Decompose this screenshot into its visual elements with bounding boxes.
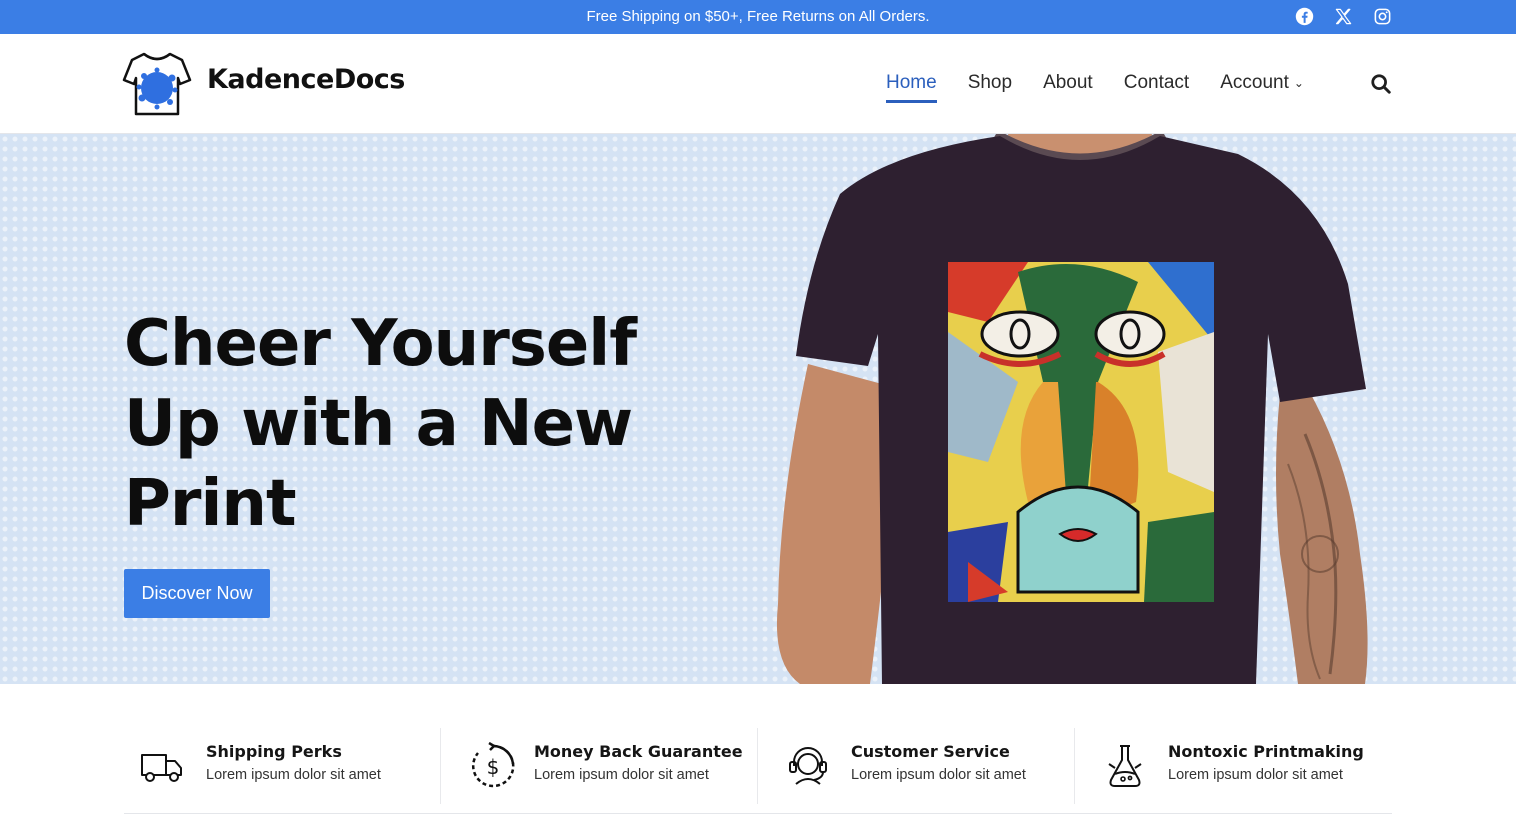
brand-name[interactable]: KadenceDocs — [207, 64, 405, 95]
x-icon[interactable] — [1334, 7, 1353, 26]
facebook-icon[interactable] — [1295, 7, 1314, 26]
feature-title: Customer Service — [851, 742, 1010, 761]
features-row: Shipping Perks Lorem ipsum dolor sit ame… — [124, 728, 1392, 814]
site-header: KadenceDocs Home Shop About Contact Acco… — [0, 34, 1516, 134]
feature-desc: Lorem ipsum dolor sit amet — [1168, 767, 1343, 783]
hero-section: Cheer Yourself Up with a New Print Disco… — [0, 134, 1516, 684]
delivery-truck-icon — [138, 742, 186, 790]
feature-desc: Lorem ipsum dolor sit amet — [206, 767, 381, 783]
main-nav: Home Shop About Contact Account ⌄ — [886, 72, 1335, 103]
social-links — [1295, 7, 1392, 26]
chevron-down-icon: ⌄ — [1293, 75, 1304, 90]
nav-home[interactable]: Home — [886, 72, 937, 103]
promo-bar: Free Shipping on $50+, Free Returns on A… — [0, 0, 1516, 34]
feature-title: Shipping Perks — [206, 742, 342, 761]
search-icon[interactable] — [1370, 73, 1392, 95]
hero-model-image — [760, 134, 1400, 684]
hero-title: Cheer Yourself Up with a New Print — [124, 307, 637, 541]
feature-nontoxic-printmaking: Nontoxic Printmaking Lorem ipsum dolor s… — [1075, 728, 1392, 804]
feature-desc: Lorem ipsum dolor sit amet — [534, 767, 709, 783]
money-back-icon: $ — [469, 741, 517, 790]
feature-title: Money Back Guarantee — [534, 742, 743, 761]
nav-contact[interactable]: Contact — [1124, 72, 1189, 94]
promo-text: Free Shipping on $50+, Free Returns on A… — [586, 8, 930, 25]
nav-account-label: Account — [1220, 72, 1289, 93]
feature-customer-service: Customer Service Lorem ipsum dolor sit a… — [758, 728, 1075, 804]
feature-desc: Lorem ipsum dolor sit amet — [851, 767, 1026, 783]
instagram-icon[interactable] — [1373, 7, 1392, 26]
flask-icon — [1101, 742, 1149, 790]
nav-about[interactable]: About — [1043, 72, 1093, 94]
feature-title: Nontoxic Printmaking — [1168, 742, 1364, 761]
logo-tshirt-icon[interactable] — [122, 50, 192, 118]
feature-shipping-perks: Shipping Perks Lorem ipsum dolor sit ame… — [124, 728, 441, 804]
svg-text:$: $ — [487, 755, 500, 779]
headset-support-icon — [784, 742, 832, 790]
discover-now-button[interactable]: Discover Now — [124, 569, 270, 618]
nav-account[interactable]: Account ⌄ — [1220, 72, 1304, 94]
feature-money-back: $ Money Back Guarantee Lorem ipsum dolor… — [441, 728, 758, 804]
nav-shop[interactable]: Shop — [968, 72, 1012, 94]
